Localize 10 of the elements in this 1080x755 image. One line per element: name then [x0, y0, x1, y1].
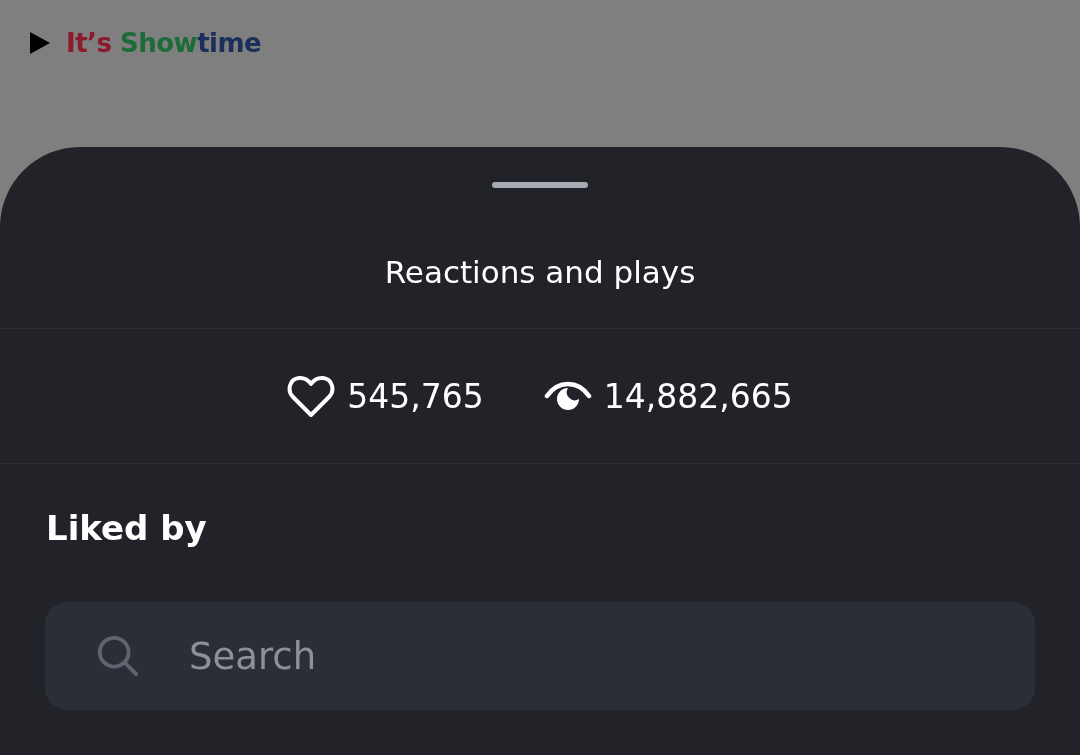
search-icon: [95, 633, 141, 679]
stat-count: 14,882,665: [603, 376, 793, 416]
drag-handle[interactable]: [492, 182, 588, 188]
heart-icon: [287, 374, 336, 418]
logo-text: It’s Showtime: [66, 28, 262, 58]
search-field[interactable]: Search: [45, 602, 1035, 710]
stat-count: 545,765: [347, 376, 484, 416]
sheet-title: Reactions and plays: [384, 253, 696, 292]
section-title: Liked by: [46, 507, 207, 550]
play-icon[interactable]: [30, 32, 50, 54]
